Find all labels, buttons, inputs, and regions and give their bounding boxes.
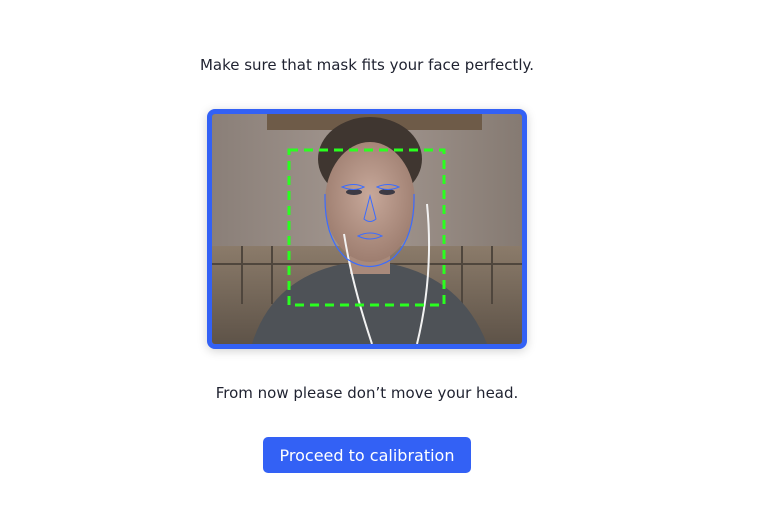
- proceed-to-calibration-button[interactable]: Proceed to calibration: [263, 437, 471, 473]
- calibration-page: Make sure that mask fits your face perfe…: [0, 0, 758, 518]
- mask-fit-instruction: Make sure that mask fits your face perfe…: [199, 56, 535, 74]
- webcam-preview: [207, 109, 527, 349]
- dont-move-instruction: From now please don’t move your head.: [215, 384, 519, 402]
- webcam-feed: [212, 114, 522, 344]
